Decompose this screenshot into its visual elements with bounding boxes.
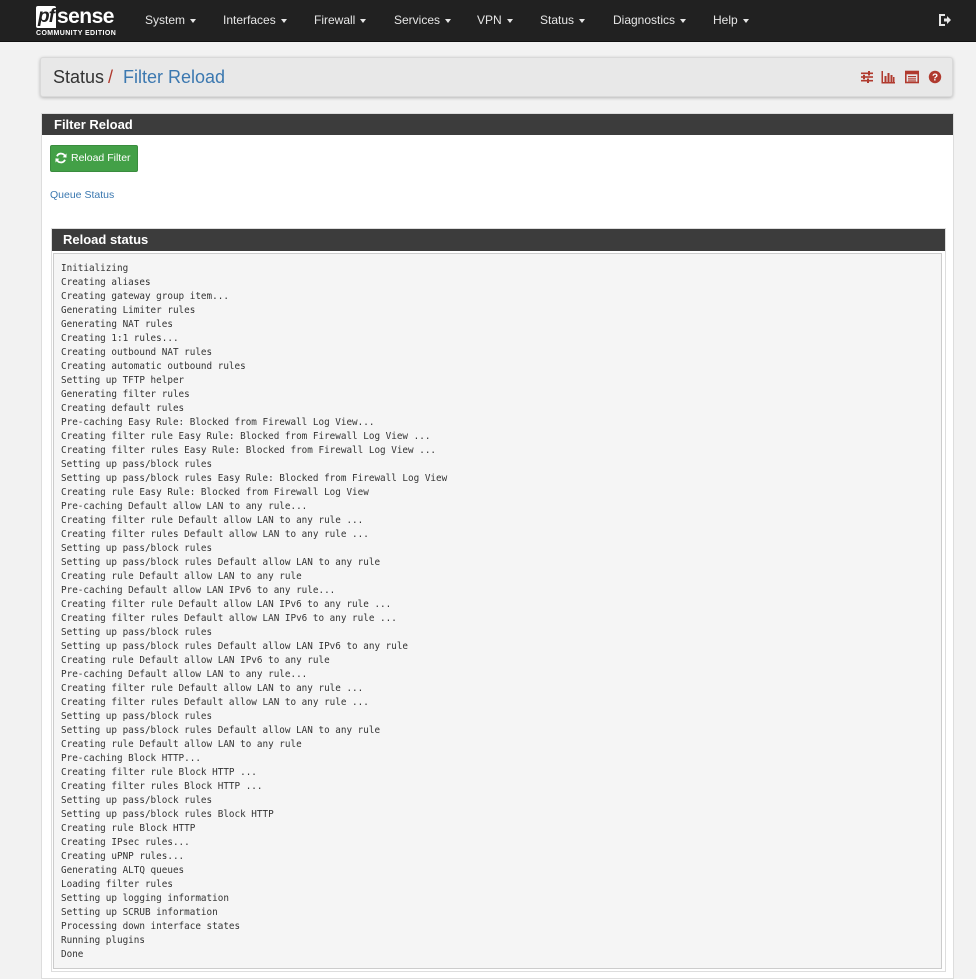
log-line: Creating filter rule Block HTTP ... [61, 767, 257, 778]
svg-text:?: ? [932, 73, 938, 84]
log-line: Generating Limiter rules [61, 305, 196, 316]
log-line: Setting up pass/block rules Default allo… [61, 641, 409, 652]
caret-down-icon [360, 18, 367, 23]
pfsense-logo[interactable]: pf sense COMMUNITY EDITION [36, 5, 124, 39]
page-header: Status / Filter Reload ? [40, 57, 953, 97]
log-line: Loading filter rules [61, 879, 173, 890]
log-line: Creating uPNP rules... [61, 851, 185, 862]
log-line: Creating rule Block HTTP [61, 823, 196, 834]
nav-label: Firewall [314, 13, 356, 27]
caret-down-icon [506, 18, 513, 23]
log-line: Creating IPsec rules... [61, 837, 190, 848]
nav-status-menu[interactable]: Status [540, 0, 586, 41]
breadcrumb-status: Status [53, 67, 105, 87]
log-line: Creating automatic outbound rules [61, 361, 246, 372]
nav-firewall-menu[interactable]: Firewall [314, 0, 367, 41]
filter-reload-panel: Filter Reload Reload Filter Queue Status… [41, 113, 954, 979]
caret-down-icon [579, 18, 586, 23]
log-line: Setting up pass/block rules [61, 627, 213, 638]
log-line: Creating rule Default allow LAN to any r… [61, 739, 302, 750]
reload-filter-label: Reload Filter [71, 152, 131, 164]
log-line: Creating filter rules Default allow LAN … [61, 613, 397, 624]
log-line: Creating default rules [61, 403, 185, 414]
caret-down-icon [280, 18, 287, 23]
log-line: Creating aliases [61, 277, 151, 288]
log-line: Initializing [61, 263, 129, 274]
caret-down-icon [190, 18, 197, 23]
nav-diagnostics-menu[interactable]: Diagnostics [613, 0, 687, 41]
logo-edition: COMMUNITY EDITION [36, 30, 117, 37]
log-line: Setting up pass/block rules [61, 543, 213, 554]
nav-help-menu[interactable]: Help [713, 0, 749, 41]
log-line: Creating rule Default allow LAN IPv6 to … [61, 655, 330, 666]
log-line: Creating rule Default allow LAN to any r… [61, 571, 302, 582]
log-line: Done [61, 949, 84, 960]
log-line: Setting up pass/block rules Default allo… [61, 557, 381, 568]
log-line: Creating filter rules Easy Rule: Blocked… [61, 445, 437, 456]
log-line: Creating filter rule Easy Rule: Blocked … [61, 431, 431, 442]
reload-status-title: Reload status [52, 229, 945, 251]
refresh-icon [55, 152, 67, 164]
reload-status-log[interactable]: Initializing Creating aliases Creating gat… [53, 253, 942, 969]
nav-vpn-menu[interactable]: VPN [477, 0, 513, 41]
log-line: Generating filter rules [61, 389, 190, 400]
log-line: Setting up pass/block rules Easy Rule: B… [61, 473, 448, 484]
queue-status-link[interactable]: Queue Status [50, 189, 114, 201]
breadcrumb-separator: / [108, 67, 114, 87]
log-line: Creating filter rules Default allow LAN … [61, 697, 369, 708]
log-line: Setting up pass/block rules Block HTTP [61, 809, 274, 820]
log-line: Setting up pass/block rules [61, 795, 213, 806]
panel-title: Filter Reload [42, 114, 953, 135]
sliders-icon[interactable] [860, 70, 874, 84]
log-line: Pre-caching Easy Rule: Blocked from Fire… [61, 417, 375, 428]
log-line: Setting up logging information [61, 893, 229, 904]
log-line: Processing down interface states [61, 921, 241, 932]
log-line: Creating filter rule Default allow LAN t… [61, 515, 364, 526]
log-line: Running plugins [61, 935, 145, 946]
log-line: Pre-caching Default allow LAN to any rul… [61, 669, 308, 680]
caret-down-icon [742, 18, 749, 23]
caret-down-icon [680, 18, 687, 23]
log-line: Setting up pass/block rules [61, 459, 213, 470]
log-line: Creating filter rules Default allow LAN … [61, 529, 369, 540]
reload-filter-button[interactable]: Reload Filter [50, 145, 138, 172]
nav-label: Status [540, 13, 575, 27]
nav-label: System [145, 13, 186, 27]
nav-label: VPN [477, 13, 502, 27]
log-line: Pre-caching Default allow LAN IPv6 to an… [61, 585, 336, 596]
nav-services-menu[interactable]: Services [394, 0, 452, 41]
log-line: Pre-caching Block HTTP... [61, 753, 201, 764]
log-line: Creating gateway group item... [61, 291, 229, 302]
logo-sense: sense [56, 5, 115, 28]
help-icon[interactable]: ? [928, 70, 942, 84]
log-line: Setting up pass/block rules Default allo… [61, 725, 381, 736]
table-icon[interactable] [905, 70, 919, 84]
nav-label: Diagnostics [613, 13, 676, 27]
log-line: Generating NAT rules [61, 319, 173, 330]
nav-interfaces-menu[interactable]: Interfaces [223, 0, 287, 41]
log-line: Setting up SCRUB information [61, 907, 218, 918]
log-line: Creating filter rules Block HTTP ... [61, 781, 263, 792]
log-line: Setting up pass/block rules [61, 711, 213, 722]
nav-label: Services [394, 13, 441, 27]
log-line: Pre-caching Default allow LAN to any rul… [61, 501, 308, 512]
nav-label: Interfaces [223, 13, 276, 27]
log-line: Setting up TFTP helper [61, 375, 185, 386]
logo-pf: pf [36, 6, 56, 28]
log-line: Creating filter rule Default allow LAN t… [61, 683, 364, 694]
logout-icon[interactable] [938, 13, 952, 27]
top-navbar: pf sense COMMUNITY EDITION System Interf… [0, 0, 976, 42]
log-line: Creating filter rule Default allow LAN I… [61, 599, 392, 610]
nav-label: Help [713, 13, 738, 27]
log-line: Creating rule Easy Rule: Blocked from Fi… [61, 487, 369, 498]
log-line: Generating ALTQ queues [61, 865, 185, 876]
reload-status-panel: Reload status Initializing Creating alias… [51, 228, 946, 972]
log-line: Creating outbound NAT rules [61, 347, 213, 358]
breadcrumb-page[interactable]: Filter Reload [123, 67, 225, 88]
nav-system-menu[interactable]: System [145, 0, 197, 41]
bar-chart-icon[interactable] [881, 70, 895, 84]
caret-down-icon [445, 18, 452, 23]
log-line: Creating 1:1 rules... [61, 333, 179, 344]
